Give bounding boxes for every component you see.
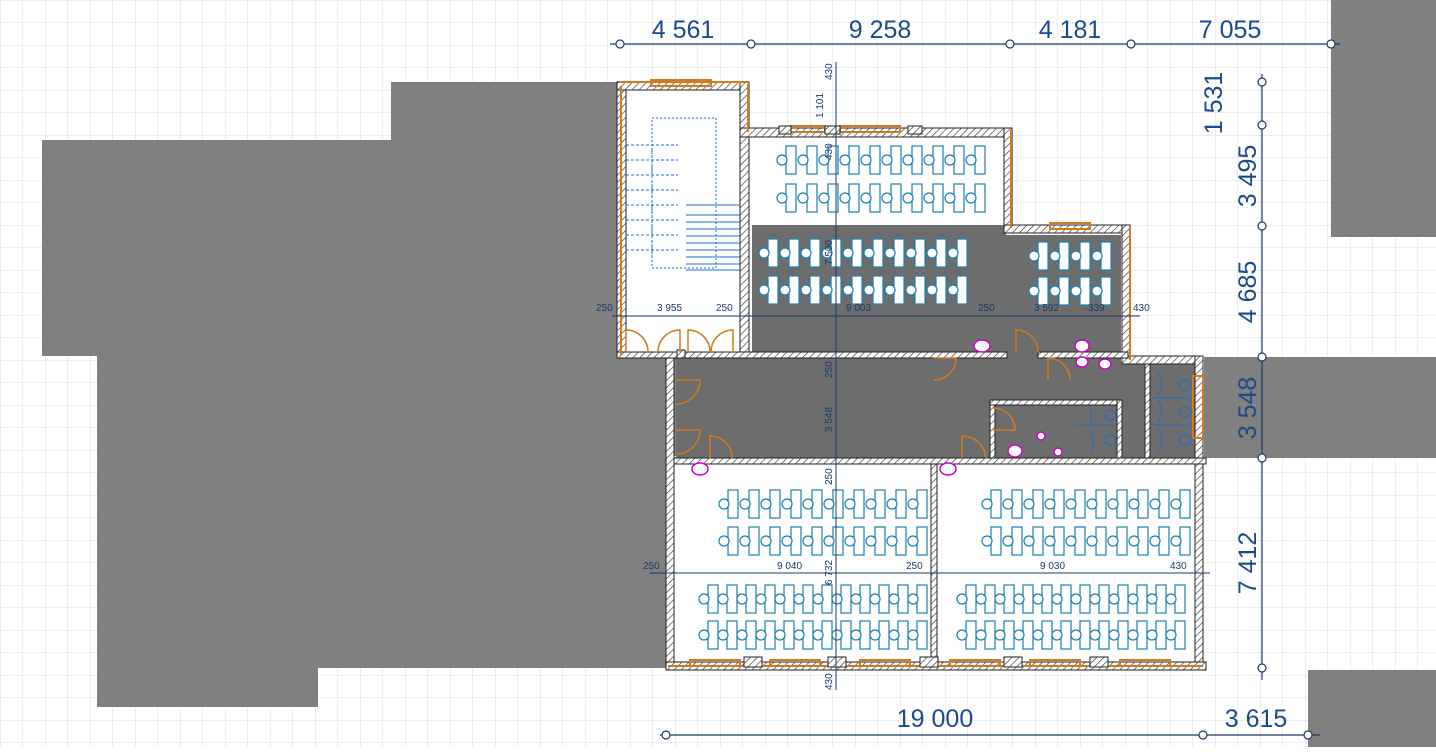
label-upper-250b: 250: [716, 303, 733, 314]
dimension-right-5: 7 412: [1234, 532, 1262, 595]
dimension-bottom-1: 19 000: [897, 705, 973, 733]
neighbor-building-bottom-right: [1308, 670, 1436, 747]
dimension-top-4: 7 055: [1199, 16, 1262, 44]
dimension-right-2: 3 495: [1234, 145, 1262, 208]
label-lower-9040: 9 040: [777, 561, 802, 572]
label-upper-250c: 250: [978, 303, 995, 314]
label-lower-250b: 250: [906, 561, 923, 572]
dimension-right-3: 4 685: [1234, 261, 1262, 324]
label-lower-250a: 250: [643, 561, 660, 572]
label-lower-9030: 9 030: [1040, 561, 1065, 572]
label-vert-430b: 430: [824, 143, 835, 160]
dimension-right-1: 1 531: [1200, 72, 1228, 135]
label-lower-430: 430: [1170, 561, 1187, 572]
label-vert-250a: 250: [824, 361, 835, 378]
label-vert-430-bottom: 430: [824, 673, 835, 690]
dimension-right-4: 3 548: [1234, 377, 1262, 440]
floor-plan-svg: 250 3 955 250 9 003 250 3 592 339 430 43…: [0, 0, 1436, 747]
label-vert-430: 430: [824, 63, 835, 80]
label-upper-250a: 250: [596, 303, 613, 314]
label-vert-3548: 3 548: [824, 407, 835, 432]
dimension-top-3: 4 181: [1039, 16, 1102, 44]
label-upper-9003: 9 003: [846, 303, 871, 314]
label-upper-3955: 3 955: [657, 303, 682, 314]
dimension-bottom-2: 3 615: [1225, 705, 1288, 733]
label-vert-1101: 1 101: [815, 93, 826, 118]
label-vert-250b: 250: [824, 468, 835, 485]
label-vert-7500: 7 500: [824, 240, 835, 265]
dimension-top-2: 9 258: [849, 16, 912, 44]
floor-plan-canvas: 250 3 955 250 9 003 250 3 592 339 430 43…: [0, 0, 1436, 747]
neighbor-building-left: [42, 82, 676, 707]
label-upper-3592: 3 592: [1034, 303, 1059, 314]
neighbor-building-top-right: [1331, 0, 1436, 237]
dimension-top-1: 4 561: [652, 16, 715, 44]
label-upper-430: 430: [1133, 303, 1150, 314]
label-vert-6732: 6 732: [824, 560, 835, 585]
label-upper-339: 339: [1088, 303, 1105, 314]
